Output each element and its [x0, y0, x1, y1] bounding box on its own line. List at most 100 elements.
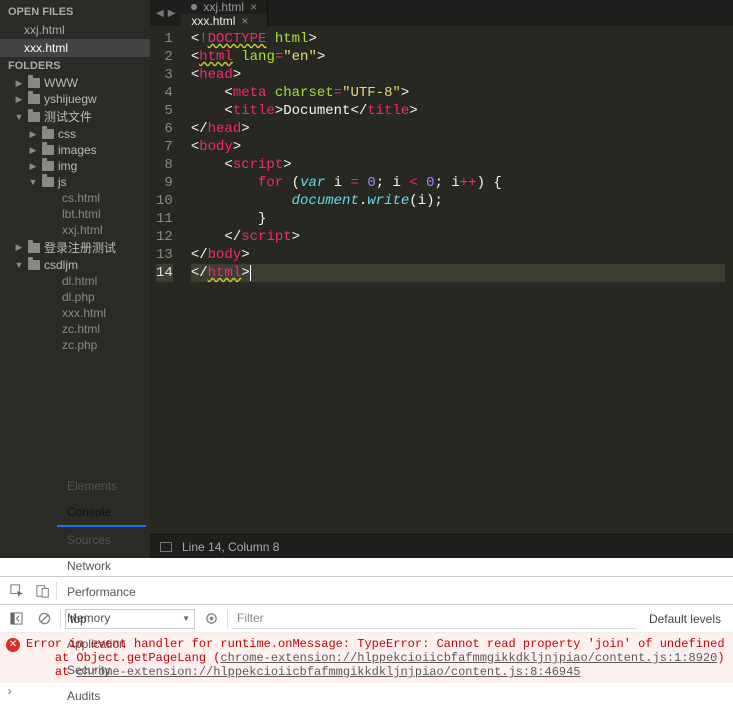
code-line[interactable]: document.write(i); — [191, 192, 725, 210]
line-number[interactable]: 8 — [156, 156, 173, 174]
file-tree-item[interactable]: zc.html — [0, 321, 150, 337]
line-number[interactable]: 10 — [156, 192, 173, 210]
devtools-tab[interactable]: Elements — [57, 473, 146, 499]
line-number[interactable]: 7 — [156, 138, 173, 156]
clear-console-icon[interactable] — [32, 612, 56, 625]
disclosure-triangle-icon[interactable]: ▶ — [14, 242, 24, 253]
prompt-caret-icon: › — [6, 685, 13, 699]
error-source-link[interactable]: chrome-extension://hlppekcioiicbfafmmgik… — [76, 665, 580, 679]
error-icon: ✕ — [6, 638, 20, 652]
line-number[interactable]: 3 — [156, 66, 173, 84]
line-number[interactable]: 12 — [156, 228, 173, 246]
code-line[interactable]: <!DOCTYPE html> — [191, 30, 725, 48]
devtools-tab[interactable]: Network — [57, 553, 146, 579]
devtools-tab[interactable]: Performance — [57, 579, 146, 605]
line-number[interactable]: 4 — [156, 84, 173, 102]
line-number[interactable]: 1 — [156, 30, 173, 48]
folder-icon — [42, 145, 54, 155]
console-sidebar-toggle-icon[interactable] — [4, 612, 28, 625]
folder-tree-item[interactable]: ▶WWW — [0, 75, 150, 91]
line-number[interactable]: 6 — [156, 120, 173, 138]
device-toggle-icon[interactable] — [30, 584, 56, 598]
tab-nav-arrows: ◀ ▶ — [150, 0, 181, 26]
open-file-item[interactable]: xxj.html — [0, 21, 150, 39]
tree-label: xxj.html — [62, 223, 103, 237]
disclosure-triangle-icon[interactable]: ▶ — [28, 161, 38, 172]
code-line[interactable]: <meta charset="UTF-8"> — [191, 84, 725, 102]
disclosure-triangle-icon[interactable]: ▶ — [14, 78, 24, 89]
disclosure-triangle-icon[interactable]: ▼ — [14, 260, 24, 270]
file-tree-item[interactable]: lbt.html — [0, 206, 150, 222]
disclosure-triangle-icon[interactable]: ▼ — [14, 112, 24, 122]
tree-label: css — [58, 127, 76, 141]
disclosure-triangle-icon[interactable]: ▶ — [28, 129, 38, 140]
folder-icon — [28, 94, 40, 104]
folder-icon — [42, 161, 54, 171]
devtools-tab[interactable]: Sources — [57, 527, 146, 553]
code-line[interactable]: </head> — [191, 120, 725, 138]
disclosure-triangle-icon[interactable]: ▶ — [28, 145, 38, 156]
devtools-tab[interactable]: Console — [57, 499, 146, 527]
folder-tree-item[interactable]: ▼js — [0, 174, 150, 190]
log-levels-selector[interactable]: Default levels — [641, 612, 729, 626]
line-number[interactable]: 2 — [156, 48, 173, 66]
folder-tree-item[interactable]: ▶ img — [0, 158, 150, 174]
line-number[interactable]: 5 — [156, 102, 173, 120]
code-line[interactable]: <head> — [191, 66, 725, 84]
code-line[interactable]: </body> — [191, 246, 725, 264]
code-line[interactable]: <script> — [191, 156, 725, 174]
folder-icon — [42, 177, 54, 187]
inspect-element-icon[interactable] — [4, 584, 30, 598]
code-line[interactable]: } — [191, 210, 725, 228]
editor-tab[interactable]: xxj.html × — [181, 0, 268, 14]
line-number[interactable]: 14 — [156, 264, 173, 282]
live-expression-icon[interactable] — [199, 612, 223, 625]
code-line[interactable]: for (var i = 0; i < 0; i++) { — [191, 174, 725, 192]
tree-label: zc.php — [62, 338, 97, 352]
folder-icon — [42, 129, 54, 139]
file-tree-item[interactable]: dl.html — [0, 273, 150, 289]
code[interactable]: <!DOCTYPE html><html lang="en"><head> <m… — [183, 26, 733, 534]
code-line[interactable]: <body> — [191, 138, 725, 156]
folder-icon — [28, 112, 40, 122]
code-line[interactable]: </script> — [191, 228, 725, 246]
disclosure-triangle-icon[interactable]: ▶ — [14, 94, 24, 105]
folder-tree-item[interactable]: ▶images — [0, 142, 150, 158]
tab-prev-icon[interactable]: ◀ — [156, 8, 164, 19]
file-tree-item[interactable]: xxj.html — [0, 222, 150, 238]
tree-label: img — [58, 159, 77, 173]
file-tree-item[interactable]: xxx.html — [0, 305, 150, 321]
disclosure-triangle-icon[interactable]: ▼ — [28, 177, 38, 187]
devtools-tabbar: ElementsConsoleSourcesNetworkPerformance… — [0, 577, 733, 605]
status-bar: Line 14, Column 8 — [150, 534, 733, 558]
error-source-link[interactable]: chrome-extension://hlppekcioiicbfafmmgik… — [220, 651, 717, 665]
file-tree-item[interactable]: cs.html — [0, 190, 150, 206]
open-file-item[interactable]: xxx.html — [0, 39, 150, 57]
code-line[interactable]: </html> — [191, 264, 725, 282]
file-tree-item[interactable]: dl.php — [0, 289, 150, 305]
context-selector[interactable]: top — [65, 609, 195, 629]
tab-next-icon[interactable]: ▶ — [168, 8, 176, 19]
code-area[interactable]: 1234567891011121314 <!DOCTYPE html><html… — [150, 26, 733, 534]
folder-tree-item[interactable]: ▶ css — [0, 126, 150, 142]
code-line[interactable]: <title>Document</title> — [191, 102, 725, 120]
tree-label: zc.html — [62, 322, 100, 336]
line-number[interactable]: 11 — [156, 210, 173, 228]
context-selector-label: top — [70, 612, 87, 626]
file-tree-item[interactable]: zc.php — [0, 337, 150, 353]
line-number[interactable]: 13 — [156, 246, 173, 264]
editor-pane: ◀ ▶ xxj.html×xxx.html× 12345678910111213… — [150, 0, 733, 558]
filter-input[interactable]: Filter — [232, 609, 637, 629]
folder-tree-item[interactable]: ▼测试文件 — [0, 107, 150, 126]
status-icon — [160, 542, 172, 552]
folder-tree-item[interactable]: ▶yshijuegw — [0, 91, 150, 107]
devtools-tab[interactable]: Audits — [57, 683, 146, 709]
tab-label: xxj.html — [203, 0, 244, 14]
folder-tree-item[interactable]: ▼csdljm — [0, 257, 150, 273]
close-icon[interactable]: × — [250, 0, 257, 14]
folders-header: FOLDERS — [0, 57, 150, 75]
code-line[interactable]: <html lang="en"> — [191, 48, 725, 66]
folder-tree-item[interactable]: ▶登录注册测试 — [0, 238, 150, 257]
gutter: 1234567891011121314 — [150, 26, 183, 534]
line-number[interactable]: 9 — [156, 174, 173, 192]
